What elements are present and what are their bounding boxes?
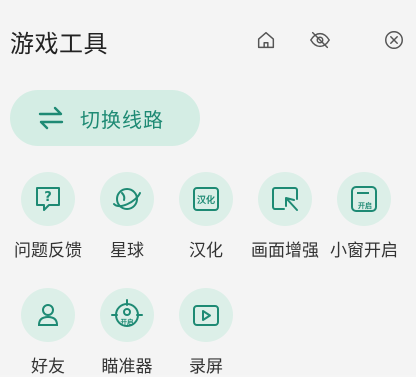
translate-icon: 汉化: [179, 172, 233, 226]
swap-arrows-icon: [36, 103, 66, 133]
panel-title: 游戏工具: [10, 30, 108, 58]
tool-crosshair[interactable]: 开启 瞄准器: [87, 288, 167, 377]
enhance-icon: [258, 172, 312, 226]
tool-enhance[interactable]: 画面增强: [245, 172, 325, 261]
svg-text:开启: 开启: [358, 201, 372, 210]
switch-route-button[interactable]: 切换线路: [10, 90, 200, 146]
crosshair-icon: 开启: [100, 288, 154, 342]
record-icon: [179, 288, 233, 342]
tool-friends[interactable]: 好友: [8, 288, 88, 377]
svg-text:开启: 开启: [121, 317, 134, 326]
tool-translate[interactable]: 汉化 汉化: [166, 172, 246, 261]
home-icon[interactable]: [254, 28, 278, 52]
tool-label: 瞄准器: [101, 357, 153, 377]
game-tools-panel: 游戏工具 切换线路 ? 问题反馈 星球 汉化 汉化 画面增强 开启 小窗开启 好…: [0, 0, 416, 377]
switch-route-label: 切换线路: [80, 107, 164, 132]
close-icon[interactable]: [382, 28, 406, 52]
tool-label: 录屏: [189, 357, 223, 377]
eye-off-icon[interactable]: [308, 28, 332, 52]
tool-planet[interactable]: 星球: [87, 172, 167, 261]
svg-text:?: ?: [44, 190, 52, 205]
tool-label: 小窗开启: [330, 241, 398, 261]
tool-label: 星球: [110, 241, 144, 261]
tool-label: 好友: [31, 357, 65, 377]
tool-record[interactable]: 录屏: [166, 288, 246, 377]
planet-icon: [100, 172, 154, 226]
tool-label: 问题反馈: [14, 241, 82, 261]
friend-icon: [21, 288, 75, 342]
tool-label: 画面增强: [251, 241, 319, 261]
tool-label: 汉化: [189, 241, 223, 261]
tool-small-window[interactable]: 开启 小窗开启: [324, 172, 404, 261]
question-icon: ?: [21, 172, 75, 226]
svg-text:汉化: 汉化: [197, 194, 215, 206]
tool-feedback[interactable]: ? 问题反馈: [8, 172, 88, 261]
small-window-icon: 开启: [337, 172, 391, 226]
